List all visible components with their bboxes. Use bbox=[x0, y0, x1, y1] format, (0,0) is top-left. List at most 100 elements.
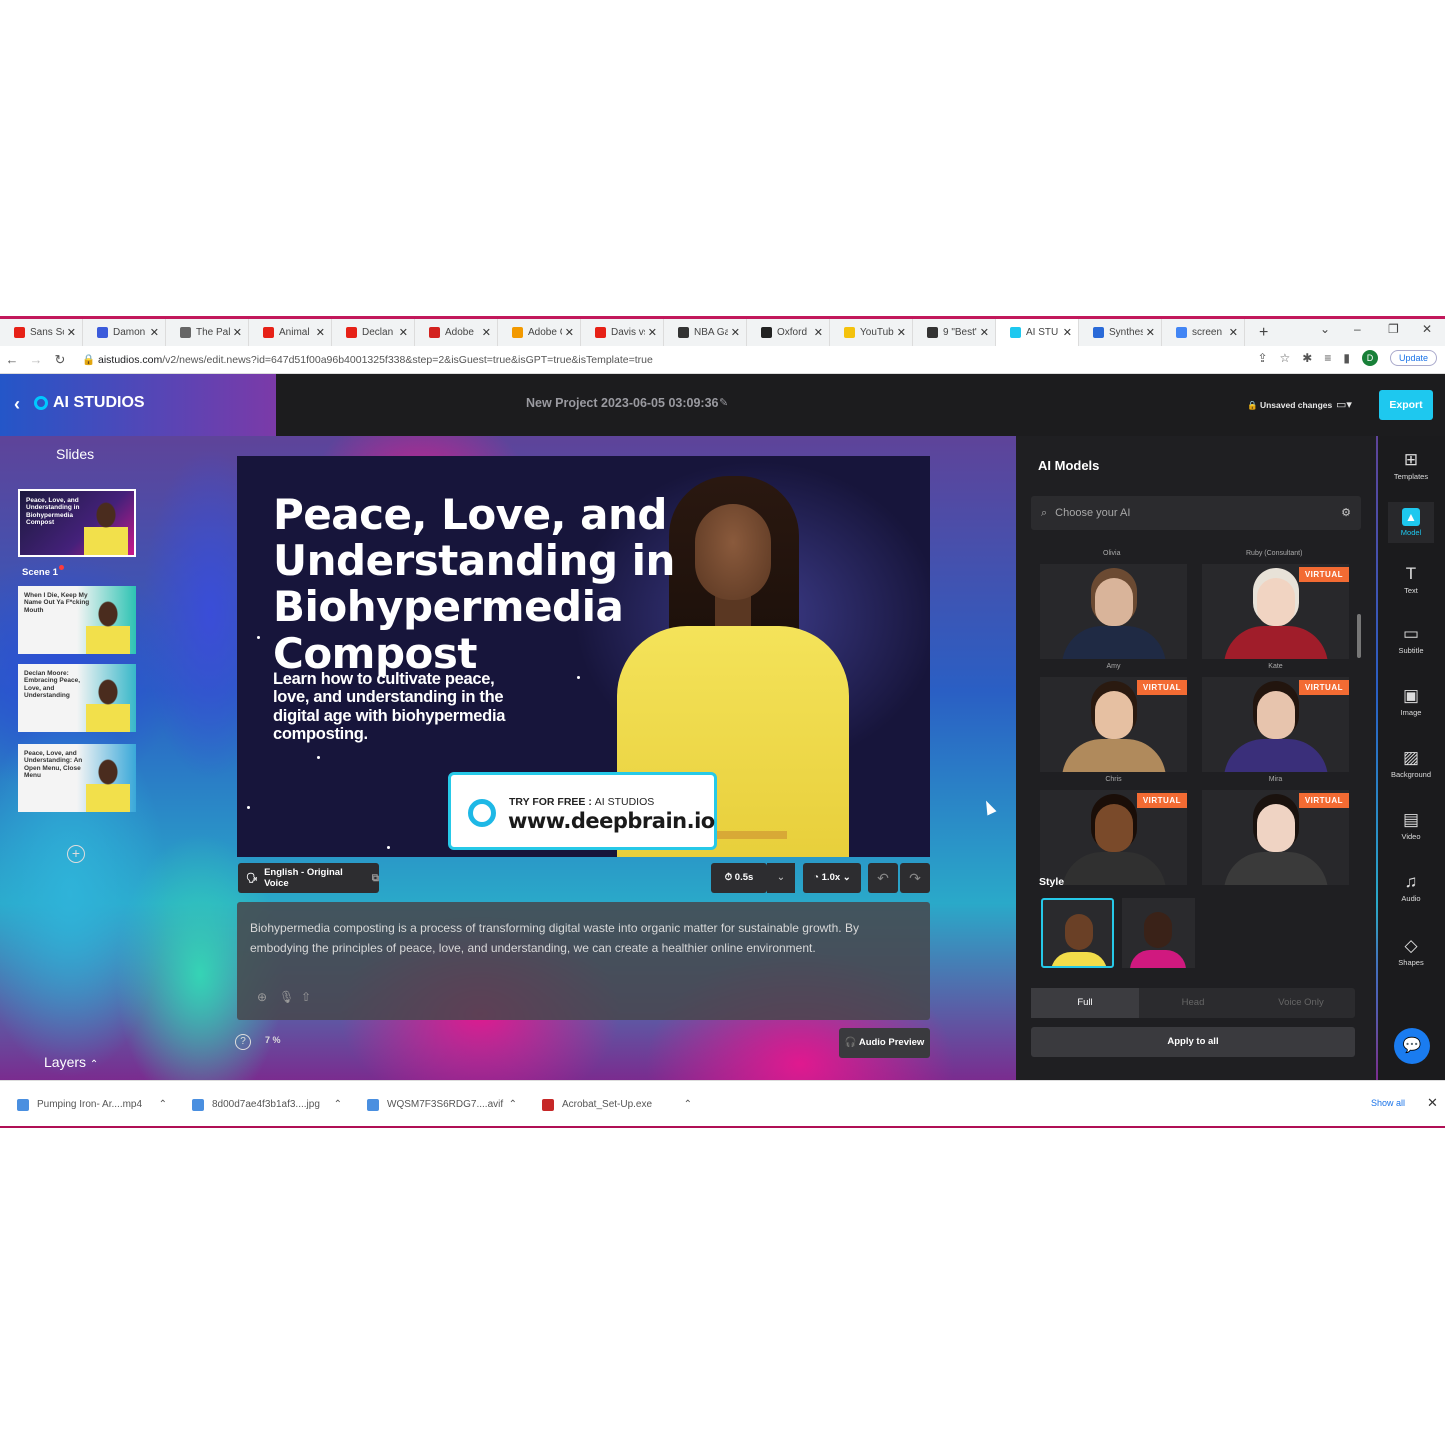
rail-background[interactable]: ▨ Background bbox=[1388, 748, 1434, 779]
update-button[interactable]: Update bbox=[1389, 350, 1437, 366]
browser-tab[interactable]: screen ✕ bbox=[1162, 319, 1245, 346]
segment-full[interactable]: Full bbox=[1031, 988, 1139, 1018]
back-icon[interactable]: ← bbox=[0, 352, 24, 367]
screen-ratio-icon[interactable]: ▭▾ bbox=[1336, 398, 1352, 411]
project-title[interactable]: New Project 2023-06-05 03:09:36 bbox=[526, 396, 718, 410]
download-item[interactable]: 8d00d7ae4f3b1af3....jpg ⌃ bbox=[175, 1098, 350, 1111]
tab-search-icon[interactable]: ⌄ bbox=[1320, 322, 1330, 336]
models-scrollbar[interactable] bbox=[1357, 614, 1361, 658]
tab-close-icon[interactable]: ✕ bbox=[565, 326, 574, 339]
close-window-icon[interactable]: ✕ bbox=[1422, 322, 1432, 336]
help-icon[interactable]: ? bbox=[235, 1034, 251, 1050]
model-card[interactable] bbox=[1040, 564, 1187, 659]
browser-tab[interactable]: 9 "Best" ✕ bbox=[913, 319, 996, 346]
tab-close-icon[interactable]: ✕ bbox=[482, 326, 491, 339]
tab-close-icon[interactable]: ✕ bbox=[731, 326, 740, 339]
share-icon[interactable]: ⇪ bbox=[1257, 351, 1267, 365]
model-card[interactable]: VIRTUAL bbox=[1202, 564, 1349, 659]
rail-image[interactable]: ▣ Image bbox=[1388, 686, 1434, 717]
download-item[interactable]: Acrobat_Set-Up.exe ⌃ bbox=[525, 1098, 700, 1111]
ai-studios-logo[interactable]: AI STUDIOS bbox=[34, 394, 145, 412]
browser-tab[interactable]: NBA Ga ✕ bbox=[664, 319, 747, 346]
back-arrow-icon[interactable]: ‹ bbox=[14, 394, 20, 415]
model-search-input[interactable]: ⌕ Choose your AI ⚙ bbox=[1031, 496, 1361, 530]
new-tab-button[interactable]: + bbox=[1259, 324, 1268, 342]
upload-icon[interactable]: ⇧ bbox=[301, 990, 311, 1004]
tab-close-icon[interactable]: ✕ bbox=[67, 326, 76, 339]
pause-dropdown-chevron-icon[interactable]: ⌄ bbox=[767, 863, 795, 893]
browser-tab[interactable]: Synthes ✕ bbox=[1079, 319, 1162, 346]
undo-icon[interactable]: ↶ bbox=[868, 863, 898, 893]
pause-button[interactable]: ⏱ 0.5s bbox=[711, 863, 767, 893]
edit-title-icon[interactable]: ✎ bbox=[719, 396, 728, 409]
browser-tab[interactable]: Adobe ✕ bbox=[415, 319, 498, 346]
speed-button[interactable]: ◔ 1.0x ⌄ bbox=[803, 863, 861, 893]
show-all-downloads-link[interactable]: Show all bbox=[1371, 1098, 1405, 1108]
restore-icon[interactable]: ❐ bbox=[1388, 322, 1399, 336]
filter-icon[interactable]: ⚙ bbox=[1341, 506, 1351, 519]
profile-avatar[interactable]: D bbox=[1361, 350, 1378, 366]
apply-to-all-button[interactable]: Apply to all bbox=[1031, 1027, 1355, 1057]
browser-tab[interactable]: Damon ✕ bbox=[83, 319, 166, 346]
script-editor[interactable]: Biohypermedia composting is a process of… bbox=[237, 902, 930, 1020]
browser-tab[interactable]: YouTub ✕ bbox=[830, 319, 913, 346]
tab-close-icon[interactable]: ✕ bbox=[897, 326, 906, 339]
side-panel-icon[interactable]: ▮ bbox=[1343, 351, 1350, 365]
slide-title-text[interactable]: Peace, Love, and Understanding in Biohyp… bbox=[273, 491, 773, 677]
tab-close-icon[interactable]: ✕ bbox=[233, 326, 242, 339]
rail-video[interactable]: ▤ Video bbox=[1388, 810, 1434, 841]
model-card[interactable]: VIRTUAL bbox=[1040, 677, 1187, 772]
browser-tab[interactable]: Oxford ✕ bbox=[747, 319, 830, 346]
rail-text[interactable]: T Text bbox=[1388, 564, 1434, 595]
slide-thumbnail-1[interactable]: Peace, Love, and Understanding in Biohyp… bbox=[18, 489, 136, 557]
browser-tab[interactable]: Davis vs✕ bbox=[581, 319, 664, 346]
rail-model[interactable]: ▲ Model bbox=[1388, 502, 1434, 543]
chevron-up-icon[interactable]: ⌃ bbox=[684, 1099, 692, 1110]
style-option-2[interactable] bbox=[1122, 898, 1195, 968]
rail-audio[interactable]: ♫ Audio bbox=[1388, 872, 1434, 903]
url-field[interactable]: 🔒 aistudios.com/v2/news/edit.news?id=647… bbox=[82, 353, 653, 366]
tab-close-icon[interactable]: ✕ bbox=[399, 326, 408, 339]
segment-voice-only[interactable]: Voice Only bbox=[1247, 988, 1355, 1018]
download-item[interactable]: WQSM7F3S6RDG7....avif ⌃ bbox=[350, 1098, 525, 1111]
slide-thumbnail-3[interactable]: Declan Moore: Embracing Peace, Love, and… bbox=[18, 664, 136, 732]
tab-close-icon[interactable]: ✕ bbox=[1063, 326, 1072, 339]
chat-support-icon[interactable]: 💬 bbox=[1394, 1028, 1430, 1064]
chevron-up-icon[interactable]: ⌃ bbox=[334, 1099, 342, 1110]
tab-close-icon[interactable]: ✕ bbox=[1146, 326, 1155, 339]
script-text[interactable]: Biohypermedia composting is a process of… bbox=[250, 918, 890, 958]
tab-close-icon[interactable]: ✕ bbox=[150, 326, 159, 339]
browser-tab[interactable]: Declan ✕ bbox=[332, 319, 415, 346]
close-downloads-icon[interactable]: ✕ bbox=[1427, 1095, 1438, 1111]
tab-close-icon[interactable]: ✕ bbox=[980, 326, 989, 339]
rail-shapes[interactable]: ◇ Shapes bbox=[1388, 936, 1434, 967]
segment-head[interactable]: Head bbox=[1139, 988, 1247, 1018]
browser-tab[interactable]: Animal ✕ bbox=[249, 319, 332, 346]
chevron-up-icon[interactable]: ⌃ bbox=[159, 1099, 167, 1110]
model-card[interactable]: VIRTUAL bbox=[1202, 790, 1349, 885]
download-item[interactable]: Pumping Iron- Ar....mp4 ⌃ bbox=[0, 1098, 175, 1111]
slide-subtitle-text[interactable]: Learn how to cultivate peace, love, and … bbox=[273, 670, 533, 744]
model-card[interactable]: VIRTUAL bbox=[1040, 790, 1187, 885]
voice-language-button[interactable]: 🗣 English - Original Voice ⧉ bbox=[238, 863, 379, 893]
tab-close-icon[interactable]: ✕ bbox=[648, 326, 657, 339]
model-card[interactable]: VIRTUAL bbox=[1202, 677, 1349, 772]
slide-thumbnail-2[interactable]: When I Die, Keep My Name Out Ya F*cking … bbox=[18, 586, 136, 654]
chevron-up-icon[interactable]: ⌃ bbox=[509, 1099, 517, 1110]
forward-icon[interactable]: → bbox=[24, 352, 48, 367]
browser-tab[interactable]: Adobe C✕ bbox=[498, 319, 581, 346]
bookmark-star-icon[interactable]: ☆ bbox=[1280, 351, 1291, 365]
tab-close-icon[interactable]: ✕ bbox=[1229, 326, 1238, 339]
reading-list-icon[interactable]: ≡ bbox=[1324, 351, 1331, 365]
rail-subtitle[interactable]: ▭ Subtitle bbox=[1388, 624, 1434, 655]
add-slide-icon[interactable]: + bbox=[67, 845, 85, 863]
layers-toggle[interactable]: Layers ⌃ bbox=[44, 1054, 98, 1070]
browser-tab[interactable]: Sans Sol✕ bbox=[0, 319, 83, 346]
reload-icon[interactable]: ↻ bbox=[48, 352, 72, 368]
add-text-icon[interactable]: ⊕ bbox=[257, 990, 267, 1004]
export-button[interactable]: Export bbox=[1379, 390, 1433, 420]
microphone-icon[interactable]: 🎙 bbox=[279, 990, 294, 1004]
extensions-icon[interactable]: ✱ bbox=[1302, 351, 1312, 365]
redo-icon[interactable]: ↷ bbox=[900, 863, 930, 893]
browser-tab[interactable]: The Pali ✕ bbox=[166, 319, 249, 346]
